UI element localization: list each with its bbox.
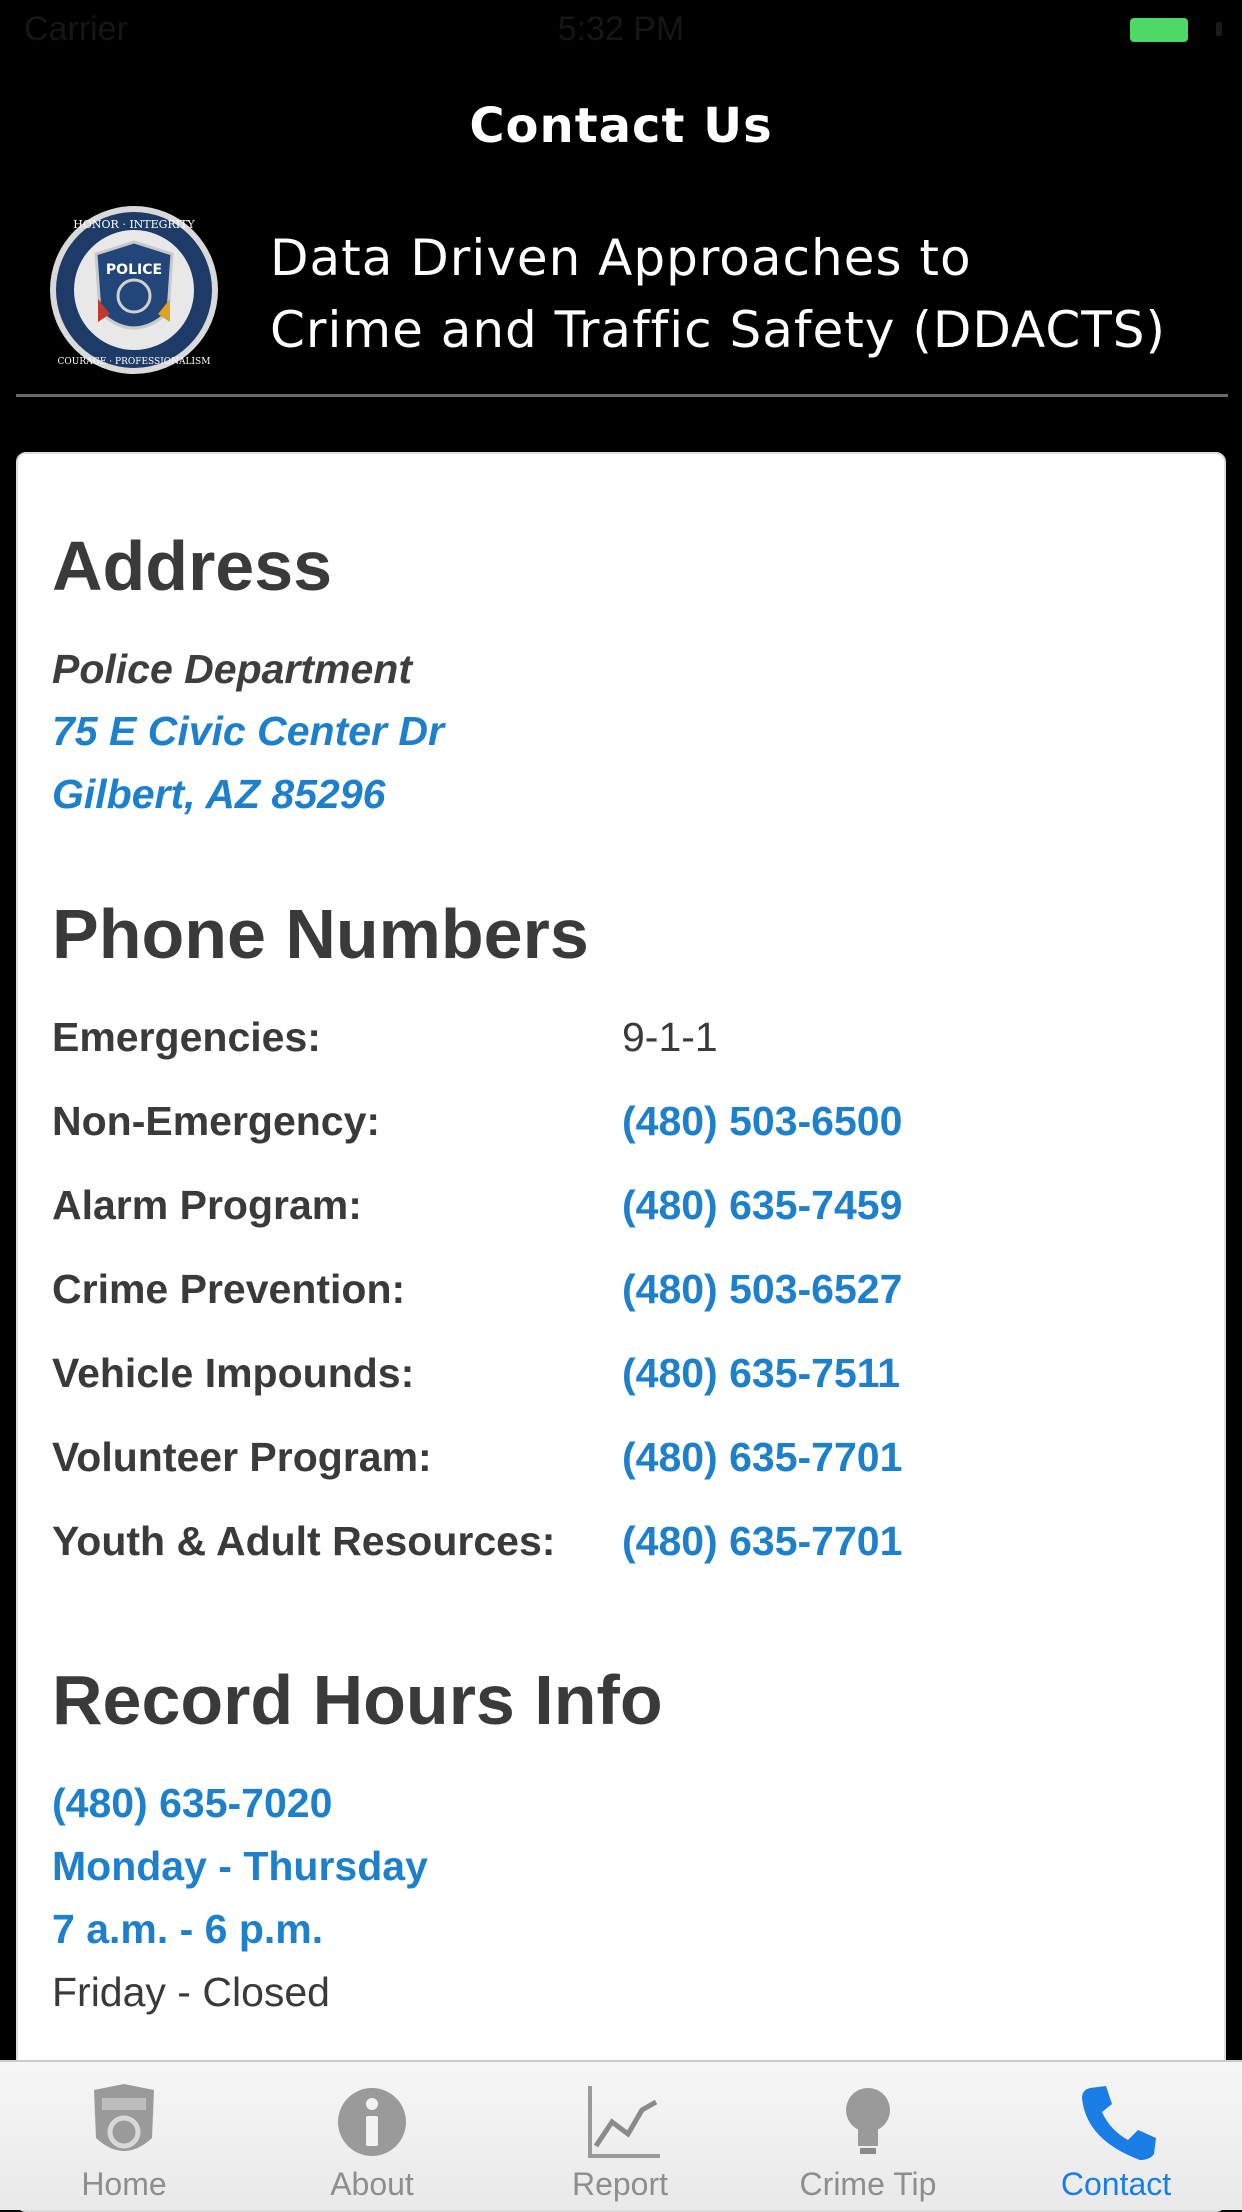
tab-contact[interactable]: Contact bbox=[992, 2062, 1240, 2210]
app-header: POLICE HONOR · INTEGRITY COURAGE · PROFE… bbox=[0, 192, 1242, 402]
header-title: Data Driven Approaches to Crime and Traf… bbox=[270, 222, 1166, 366]
phone-label: Vehicle Impounds: bbox=[52, 1350, 415, 1396]
phone-label: Non-Emergency: bbox=[52, 1098, 381, 1144]
tab-label: Contact bbox=[1060, 2166, 1172, 2202]
tab-bar: Home About Report Crime Tip Contact bbox=[0, 2060, 1242, 2210]
record-hours-heading: Record Hours Info bbox=[52, 1661, 663, 1739]
phone-label: Youth & Adult Resources: bbox=[52, 1518, 556, 1564]
phone-row-youth-adult-resources: Youth & Adult Resources: (480) 635-7701 bbox=[52, 1518, 1202, 1578]
phone-link[interactable]: (480) 635-7701 bbox=[622, 1434, 902, 1481]
phone-numbers-heading: Phone Numbers bbox=[52, 895, 589, 973]
navigation-bar: Contact Us bbox=[0, 62, 1242, 192]
page-title: Contact Us bbox=[469, 98, 773, 154]
badge-bottom-text: COURAGE · PROFESSIONALISM bbox=[58, 357, 211, 367]
badge-center-text: POLICE bbox=[106, 262, 162, 278]
address-street-link[interactable]: 75 E Civic Center Dr bbox=[52, 708, 444, 755]
phone-link[interactable]: (480) 635-7459 bbox=[622, 1182, 902, 1229]
phone-link[interactable]: (480) 503-6527 bbox=[622, 1266, 902, 1313]
battery-tip bbox=[1216, 22, 1222, 36]
police-badge-icon bbox=[94, 2084, 154, 2151]
phone-value: 9-1-1 bbox=[622, 1014, 718, 1060]
phone-row-volunteer-program: Volunteer Program: (480) 635-7701 bbox=[52, 1434, 1202, 1494]
police-badge-logo: POLICE HONOR · INTEGRITY COURAGE · PROFE… bbox=[50, 206, 218, 374]
phone-link[interactable]: (480) 635-7511 bbox=[622, 1350, 900, 1397]
tab-home[interactable]: Home bbox=[0, 2062, 248, 2210]
phone-label: Volunteer Program: bbox=[52, 1434, 432, 1480]
chart-icon bbox=[588, 2086, 660, 2158]
info-icon bbox=[338, 2088, 406, 2156]
records-friday: Friday - Closed bbox=[52, 1969, 330, 2015]
records-days: Monday - Thursday bbox=[52, 1843, 428, 1889]
phone-row-vehicle-impounds: Vehicle Impounds: (480) 635-7511 bbox=[52, 1350, 1202, 1410]
contact-card: Address Police Department 75 E Civic Cen… bbox=[16, 452, 1226, 2212]
phone-row-crime-prevention: Crime Prevention: (480) 503-6527 bbox=[52, 1266, 1202, 1326]
tab-label: Report bbox=[571, 2166, 669, 2202]
tab-about[interactable]: About bbox=[248, 2062, 496, 2210]
records-hours: 7 a.m. - 6 p.m. bbox=[52, 1906, 324, 1952]
badge-top-text: HONOR · INTEGRITY bbox=[73, 218, 195, 231]
phone-row-non-emergency: Non-Emergency: (480) 503-6500 bbox=[52, 1098, 1202, 1158]
tab-label: About bbox=[330, 2166, 414, 2202]
phone-row-alarm-program: Alarm Program: (480) 635-7459 bbox=[52, 1182, 1202, 1242]
phone-label: Alarm Program: bbox=[52, 1182, 362, 1228]
phone-row-emergencies: Emergencies: 9-1-1 bbox=[52, 1014, 1202, 1074]
phone-link[interactable]: (480) 635-7701 bbox=[622, 1518, 902, 1565]
status-time: 5:32 PM bbox=[557, 10, 685, 48]
tab-label: Crime Tip bbox=[799, 2166, 937, 2202]
phone-label: Emergencies: bbox=[52, 1014, 321, 1060]
address-city-link[interactable]: Gilbert, AZ 85296 bbox=[52, 771, 385, 818]
phone-icon bbox=[1082, 2086, 1156, 2160]
phone-link[interactable]: (480) 503-6500 bbox=[622, 1098, 902, 1145]
tab-label: Home bbox=[81, 2166, 167, 2202]
records-phone-link[interactable]: (480) 635-7020 bbox=[52, 1780, 332, 1827]
address-heading: Address bbox=[52, 527, 333, 605]
tab-crime-tip[interactable]: Crime Tip bbox=[744, 2062, 992, 2210]
header-title-line2: Crime and Traffic Safety (DDACTS) bbox=[270, 301, 1167, 359]
lightbulb-icon bbox=[846, 2088, 890, 2154]
header-title-line1: Data Driven Approaches to bbox=[270, 229, 972, 287]
department-name: Police Department bbox=[52, 646, 412, 692]
tab-report[interactable]: Report bbox=[496, 2062, 744, 2210]
status-bar: Carrier 5:32 PM bbox=[0, 0, 1242, 62]
battery-icon bbox=[1130, 18, 1188, 42]
header-divider bbox=[16, 394, 1228, 397]
phone-label: Crime Prevention: bbox=[52, 1266, 406, 1312]
